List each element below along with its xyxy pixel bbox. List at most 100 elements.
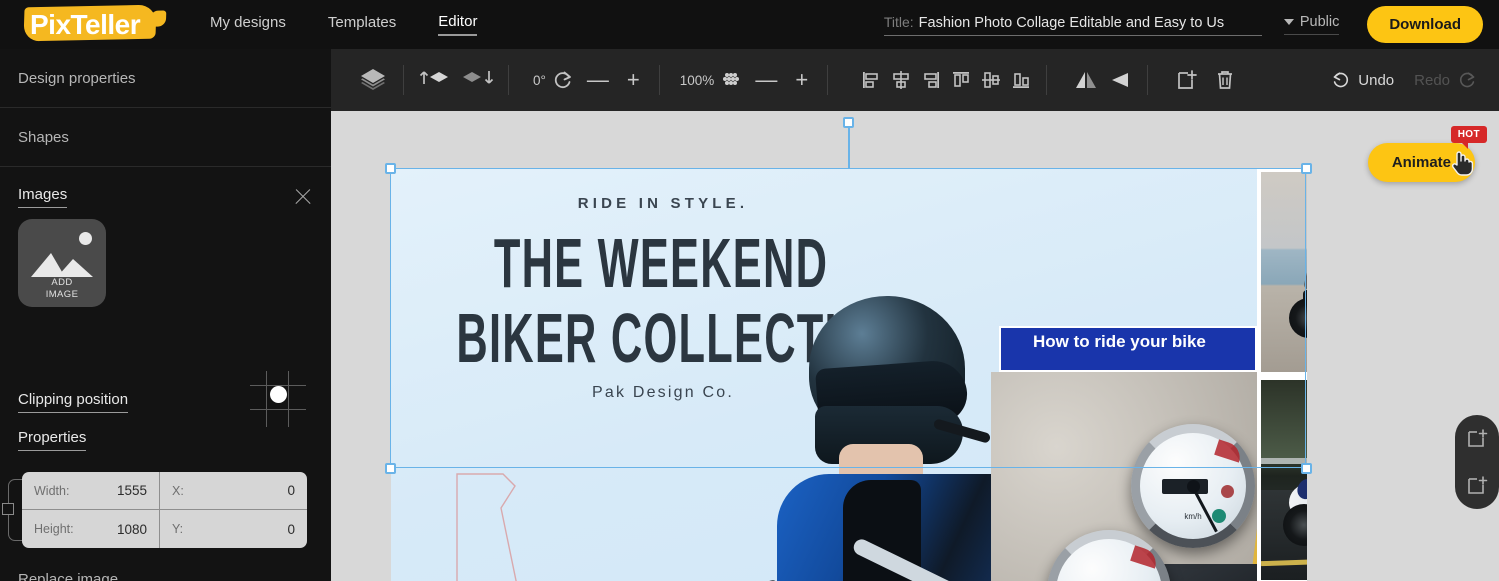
speedometer-photo[interactable]: km/h km/h [991, 372, 1291, 581]
flip-horizontal-button[interactable] [1069, 60, 1103, 100]
photo-strip[interactable] [1257, 168, 1307, 581]
pixteller-logo[interactable]: PixTeller [16, 0, 168, 49]
layers-button[interactable] [353, 60, 393, 100]
close-icon[interactable] [293, 187, 313, 207]
blue-banner[interactable]: How to ride your bike [999, 326, 1257, 372]
height-field[interactable]: Height: 1080 [22, 510, 160, 548]
undo-redo-group: Undo Redo [1331, 70, 1499, 90]
opacity-increase-button[interactable]: + [786, 69, 817, 91]
properties-section-header: Properties [18, 429, 87, 451]
height-label: Height: [34, 522, 74, 536]
resize-handle-bottom-left[interactable] [385, 463, 396, 474]
animate-button[interactable]: Animate [1367, 143, 1475, 182]
nav-item-templates[interactable]: Templates [328, 14, 396, 35]
sidebar-item-replace-image[interactable]: Replace image [0, 556, 331, 581]
sun-icon [79, 232, 92, 245]
delete-button[interactable] [1206, 60, 1244, 100]
photo-sportbike-in-motion[interactable] [1261, 380, 1307, 580]
sidebar-item-shapes[interactable]: Shapes [0, 108, 331, 167]
nav-item-editor[interactable]: Editor [438, 13, 478, 36]
gauge-hub [1186, 479, 1200, 493]
flip-vertical-button[interactable] [1103, 60, 1137, 100]
redo-label: Redo [1414, 71, 1450, 89]
rotate-button[interactable] [548, 60, 578, 100]
add-page-above-button[interactable] [1465, 427, 1489, 451]
undo-icon [1333, 72, 1349, 88]
resize-handle-top-right[interactable] [1301, 163, 1312, 174]
opacity-button[interactable] [716, 60, 746, 100]
y-value[interactable]: 0 [287, 522, 295, 537]
align-bottom-button[interactable] [1006, 60, 1036, 100]
rotation-handle[interactable] [843, 117, 854, 128]
logo-label: PixTeller [30, 8, 141, 40]
align-right-button[interactable] [916, 60, 946, 100]
align-center-horizontal-icon [893, 71, 909, 89]
sidebar-item-label: Shapes [18, 128, 69, 146]
sidebar-item-images[interactable]: Images [0, 167, 331, 226]
align-bottom-icon [1013, 73, 1030, 88]
opacity-decrease-button[interactable]: — [746, 69, 786, 91]
clipping-position-handle[interactable] [270, 386, 287, 403]
undo-button[interactable]: Undo [1331, 70, 1394, 90]
banner-text[interactable]: How to ride your bike [1033, 332, 1213, 351]
sidebar-item-design-properties[interactable]: Design properties [0, 49, 331, 108]
opacity-checker-icon [723, 73, 740, 85]
resize-handle-bottom-right[interactable] [1301, 463, 1312, 474]
decorative-outline-shape[interactable] [451, 468, 571, 581]
header-right-group: Title: Fashion Photo Collage Editable an… [883, 6, 1499, 43]
nav-item-my-designs[interactable]: My designs [210, 14, 286, 35]
visibility-label: Public [1299, 14, 1340, 30]
photo-cruiser-at-beach[interactable] [1261, 172, 1307, 372]
design-title-field[interactable]: Title: Fashion Photo Collage Editable an… [883, 13, 1262, 36]
undo-label: Undo [1358, 71, 1395, 89]
download-button[interactable]: Download [1367, 6, 1483, 43]
x-field[interactable]: X: 0 [160, 472, 307, 510]
link-dimensions-toggle[interactable] [2, 503, 14, 515]
trash-icon [1218, 71, 1233, 89]
align-center-horizontal-button[interactable] [886, 60, 916, 100]
add-image-button[interactable]: ADD IMAGE [18, 219, 106, 307]
width-value[interactable]: 1555 [117, 483, 147, 498]
opacity-value[interactable]: 100% [680, 73, 715, 88]
width-field[interactable]: Width: 1555 [22, 472, 160, 510]
design-title-value[interactable]: Fashion Photo Collage Editable and Easy … [919, 15, 1225, 31]
align-top-button[interactable] [946, 60, 976, 100]
redo-button[interactable]: Redo [1414, 70, 1477, 90]
redo-icon [1459, 72, 1475, 88]
arrow-down-layer-icon [463, 71, 494, 84]
duplicate-button[interactable] [1168, 60, 1206, 100]
align-left-button[interactable] [856, 60, 886, 100]
add-page-below-button[interactable] [1465, 474, 1489, 498]
sidebar-item-label: Design properties [18, 69, 136, 87]
fork-shape [1303, 255, 1307, 291]
rotate-icon [554, 71, 571, 89]
hot-badge: HOT [1450, 126, 1487, 149]
align-center-vertical-button[interactable] [976, 60, 1006, 100]
properties-label: Properties [18, 429, 87, 451]
y-field[interactable]: Y: 0 [160, 510, 307, 548]
rotation-increase-button[interactable]: + [618, 69, 649, 91]
grid-line [288, 371, 290, 427]
rotation-decrease-button[interactable]: — [578, 69, 618, 91]
y-label: Y: [172, 522, 184, 536]
visibility-dropdown[interactable]: Public [1283, 14, 1340, 35]
bring-forward-button[interactable] [414, 60, 456, 100]
send-backward-button[interactable] [456, 60, 498, 100]
clipping-position-grid[interactable] [250, 371, 306, 427]
width-label: Width: [34, 483, 70, 498]
design-canvas[interactable]: RIDE IN STYLE. THE WEEKEND BIKER COLLECT… [391, 168, 1307, 581]
x-value[interactable]: 0 [287, 483, 295, 498]
toolbar-divider [827, 65, 829, 95]
arrow-up-layer-icon [419, 71, 448, 84]
gauge-neutral-lamp [1212, 509, 1226, 523]
height-value[interactable]: 1080 [117, 522, 147, 537]
gauge-odometer [1162, 479, 1208, 494]
resize-handle-top-left[interactable] [385, 163, 396, 174]
editor-canvas-stage[interactable]: RIDE IN STYLE. THE WEEKEND BIKER COLLECT… [331, 111, 1499, 581]
left-sidebar-panel: Design properties Shapes Images ADD IMAGE… [0, 49, 331, 581]
gauge-dial-top: km/h [1131, 424, 1255, 548]
design-title-label: Title: [883, 13, 914, 30]
logo-text: PixTeller [16, 8, 141, 41]
layers-icon [361, 69, 385, 90]
rotation-value[interactable]: 0° [533, 73, 546, 88]
